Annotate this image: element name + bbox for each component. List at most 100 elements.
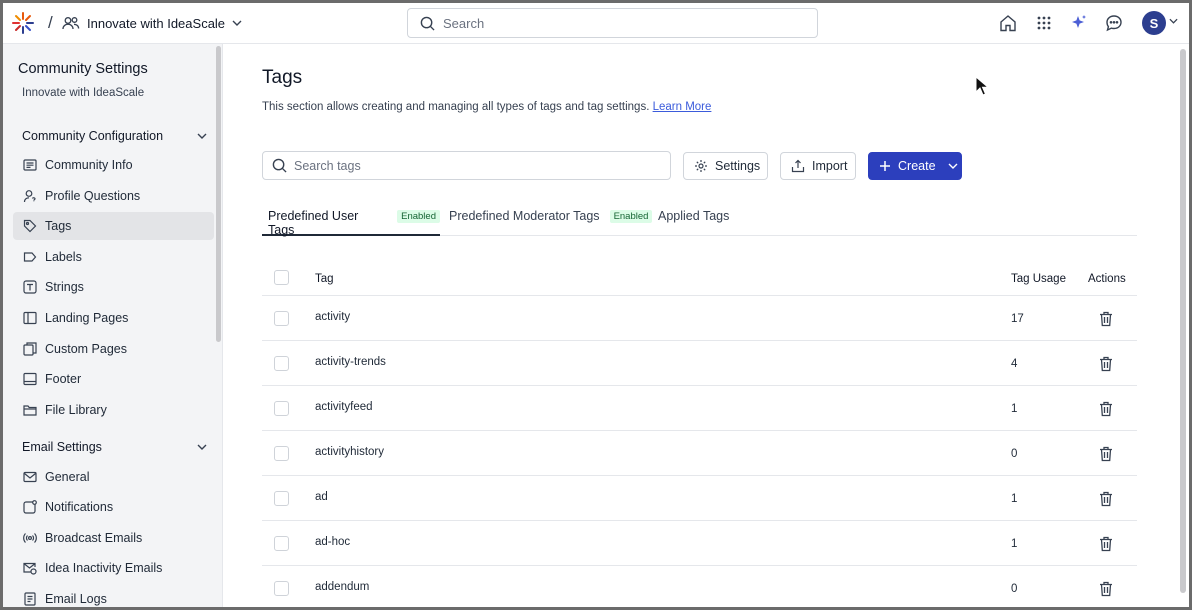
delete-icon[interactable] xyxy=(1099,581,1113,597)
text-icon xyxy=(23,280,37,294)
sidebar-item-landing-pages[interactable]: Landing Pages xyxy=(13,304,214,332)
avatar-initial: S xyxy=(1149,15,1159,31)
chevron-down-icon xyxy=(948,163,958,169)
sidebar-item-label: Landing Pages xyxy=(45,311,129,325)
group-label: Email Settings xyxy=(22,440,102,454)
sidebar-item-label: Community Info xyxy=(45,158,133,172)
sidebar-item-label: Broadcast Emails xyxy=(45,531,143,545)
chevron-down-icon[interactable] xyxy=(1169,18,1178,24)
tag-usage: 1 xyxy=(1011,403,1018,415)
page-title: Tags xyxy=(262,67,303,88)
sidebar-item-general[interactable]: General xyxy=(13,463,214,491)
apps-grid-icon[interactable] xyxy=(1034,13,1054,33)
gear-icon xyxy=(694,159,708,173)
ai-sparkle-icon[interactable] xyxy=(1069,13,1089,33)
import-label: Import xyxy=(812,159,848,173)
sidebar-item-file-library[interactable]: File Library xyxy=(13,396,214,424)
app-frame: / Innovate with IdeaScale Search S Commu… xyxy=(3,3,1189,607)
sidebar-item-strings[interactable]: Strings xyxy=(13,273,214,301)
log-icon xyxy=(23,592,37,606)
global-search-input[interactable] xyxy=(443,15,803,31)
row-checkbox[interactable] xyxy=(274,356,289,371)
table-row: activityhistory 0 xyxy=(262,431,1137,476)
sidebar-item-community-info[interactable]: Community Info xyxy=(13,151,214,179)
tab-label: Applied Tags xyxy=(658,209,730,223)
sidebar-item-email-logs[interactable]: Email Logs xyxy=(13,585,214,607)
info-card-icon xyxy=(23,158,37,172)
delete-icon[interactable] xyxy=(1099,311,1113,327)
group-email-settings[interactable]: Email Settings xyxy=(22,438,207,456)
user-avatar[interactable]: S xyxy=(1142,11,1166,35)
sidebar-item-profile-questions[interactable]: Profile Questions xyxy=(13,182,214,210)
global-search[interactable] xyxy=(407,8,818,38)
home-icon[interactable] xyxy=(998,13,1018,33)
email-clock-icon xyxy=(23,561,37,575)
column-header-tag: Tag xyxy=(315,273,334,285)
breadcrumb-separator: / xyxy=(48,13,53,32)
tag-name: activityfeed xyxy=(315,401,373,413)
select-all-checkbox[interactable] xyxy=(274,270,289,285)
delete-icon[interactable] xyxy=(1099,446,1113,462)
main-scrollbar[interactable] xyxy=(1180,49,1186,593)
import-button[interactable]: Import xyxy=(780,152,856,180)
row-checkbox[interactable] xyxy=(274,536,289,551)
row-checkbox[interactable] xyxy=(274,401,289,416)
tag-name: activity xyxy=(315,311,351,323)
learn-more-link[interactable]: Learn More xyxy=(653,101,712,113)
tag-usage: 17 xyxy=(1011,313,1024,325)
sidebar-scrollbar[interactable] xyxy=(216,46,221,342)
chevron-down-icon xyxy=(232,20,242,26)
delete-icon[interactable] xyxy=(1099,356,1113,372)
import-icon xyxy=(791,159,805,173)
sidebar-item-idea-inactivity-emails[interactable]: Idea Inactivity Emails xyxy=(13,554,214,582)
tag-name: activityhistory xyxy=(315,446,385,458)
tab-predefined-moderator-tags[interactable]: Predefined Moderator Tags Enabled xyxy=(449,209,653,236)
group-community-configuration[interactable]: Community Configuration xyxy=(22,127,207,145)
top-bar: / Innovate with IdeaScale Search S xyxy=(3,3,1189,44)
delete-icon[interactable] xyxy=(1099,491,1113,507)
sidebar-item-labels[interactable]: Labels xyxy=(13,243,214,271)
row-checkbox[interactable] xyxy=(274,446,289,461)
ideascale-logo[interactable] xyxy=(11,11,35,35)
description-text: This section allows creating and managin… xyxy=(262,101,650,113)
tag-usage: 1 xyxy=(1011,538,1018,550)
create-label: Create xyxy=(898,159,936,173)
sidebar-item-footer[interactable]: Footer xyxy=(13,365,214,393)
row-checkbox[interactable] xyxy=(274,311,289,326)
sidebar-item-tags[interactable]: Tags xyxy=(13,212,214,240)
sidebar-subtitle: Innovate with IdeaScale xyxy=(22,87,145,99)
status-badge: Enabled xyxy=(609,210,653,223)
tag-name: activity-trends xyxy=(315,356,386,368)
tab-label: Predefined Moderator Tags xyxy=(449,209,600,223)
column-header-usage: Tag Usage xyxy=(1011,273,1066,285)
sidebar: Community Settings Innovate with IdeaSca… xyxy=(3,44,223,607)
table-row: ad 1 xyxy=(262,476,1137,521)
tag-search-input[interactable] xyxy=(294,158,654,173)
sidebar-item-label: Idea Inactivity Emails xyxy=(45,561,163,575)
tag-name: addendum xyxy=(315,581,370,593)
sidebar-item-label: Footer xyxy=(45,372,82,386)
workspace-switcher[interactable]: Innovate with IdeaScale xyxy=(62,11,242,35)
tag-name: ad-hoc xyxy=(315,536,351,548)
plus-icon xyxy=(879,160,891,172)
table-row: addendum 0 xyxy=(262,566,1137,607)
chat-icon[interactable] xyxy=(1104,13,1124,33)
tab-predefined-user-tags[interactable]: Predefined User Tags Enabled xyxy=(262,209,440,237)
delete-icon[interactable] xyxy=(1099,536,1113,552)
tag-search[interactable] xyxy=(262,151,671,180)
create-button[interactable]: Create xyxy=(868,152,962,180)
email-icon xyxy=(23,470,37,484)
table-row: activity-trends 4 xyxy=(262,341,1137,386)
sidebar-item-notifications[interactable]: Notifications xyxy=(13,493,214,521)
chevron-down-icon xyxy=(197,133,207,139)
tag-usage: 1 xyxy=(1011,493,1018,505)
sidebar-item-label: Labels xyxy=(45,250,82,264)
row-checkbox[interactable] xyxy=(274,581,289,596)
sidebar-item-custom-pages[interactable]: Custom Pages xyxy=(13,335,214,363)
tab-applied-tags[interactable]: Applied Tags xyxy=(658,209,729,236)
delete-icon[interactable] xyxy=(1099,401,1113,417)
tag-name: ad xyxy=(315,491,328,503)
settings-button[interactable]: Settings xyxy=(683,152,768,180)
row-checkbox[interactable] xyxy=(274,491,289,506)
sidebar-item-broadcast-emails[interactable]: Broadcast Emails xyxy=(13,524,214,552)
